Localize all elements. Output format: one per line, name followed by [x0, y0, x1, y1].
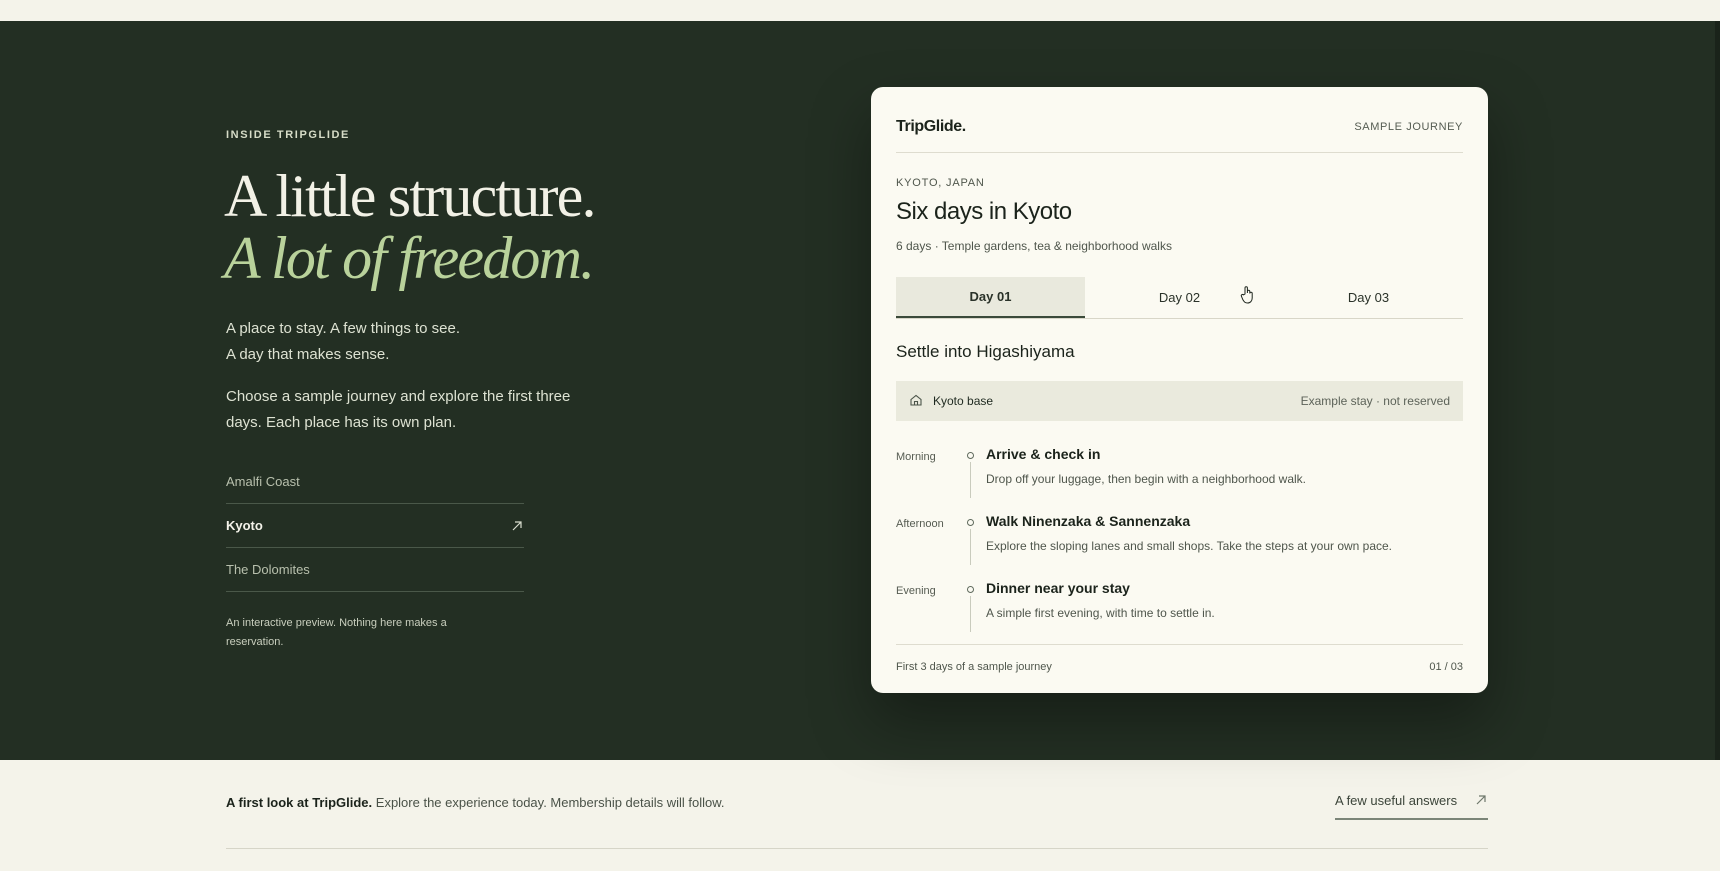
hero-headline: A little structure.: [224, 163, 597, 229]
bottom-body: Explore the experience today. Membership…: [372, 795, 725, 810]
trip-location: KYOTO, JAPAN: [896, 177, 985, 189]
arrow-up-right-icon: [1474, 793, 1488, 810]
sample-journey-tag: SAMPLE JOURNEY: [1354, 121, 1463, 133]
destination-label: Amalfi Coast: [226, 474, 300, 489]
brand-logo: TripGlide.: [896, 118, 966, 135]
stay-bar: Kyoto base Example stay · not reserved: [896, 381, 1463, 421]
destination-label: The Dolomites: [226, 562, 310, 577]
destination-label: Kyoto: [226, 518, 263, 533]
destination-amalfi-coast[interactable]: Amalfi Coast: [226, 460, 524, 504]
slot-description: Drop off your luggage, then begin with a…: [986, 472, 1306, 486]
timeline-line: [970, 529, 971, 565]
card-header: TripGlide. SAMPLE JOURNEY: [896, 113, 1463, 141]
trip-meta: 6 days · Temple gardens, tea & neighborh…: [896, 239, 1172, 253]
faq-link[interactable]: A few useful answers: [1335, 793, 1488, 820]
slot-time: Morning: [896, 451, 936, 463]
timeline-line: [970, 462, 971, 498]
bottom-divider: [226, 848, 1488, 849]
page-indicator: 01 / 03: [1429, 661, 1463, 673]
scrollbar-track[interactable]: [1715, 21, 1720, 760]
day-heading: Settle into Higashiyama: [896, 342, 1075, 361]
destination-list: Amalfi Coast Kyoto The Dolomites: [226, 460, 524, 592]
slot-title: Dinner near your stay: [986, 580, 1130, 596]
schedule-item-evening: Evening Dinner near your stay A simple f…: [896, 577, 1463, 637]
tab-day-03[interactable]: Day 03: [1274, 277, 1463, 318]
schedule-item-afternoon: Afternoon Walk Ninenzaka & Sannenzaka Ex…: [896, 510, 1463, 570]
card-header-divider: [896, 152, 1463, 153]
trip-title: Six days in Kyoto: [896, 198, 1072, 225]
faq-link-label: A few useful answers: [1335, 793, 1458, 808]
hero-eyebrow: INSIDE TRIPGLIDE: [226, 129, 350, 141]
preview-note: An interactive preview. Nothing here mak…: [226, 617, 447, 648]
journey-card: TripGlide. SAMPLE JOURNEY KYOTO, JAPAN S…: [871, 87, 1488, 693]
bottom-message: A first look at TripGlide. Explore the e…: [226, 795, 725, 810]
schedule-item-morning: Morning Arrive & check in Drop off your …: [896, 443, 1463, 503]
tab-day-01[interactable]: Day 01: [896, 277, 1085, 318]
timeline-line: [970, 596, 971, 632]
stay-label: Kyoto base: [933, 394, 994, 408]
hand-cursor-icon: [1240, 285, 1256, 305]
timeline-dot: [967, 452, 974, 459]
intro-line-1: A place to stay. A few things to see.: [226, 320, 461, 337]
stay-status: Example stay · not reserved: [1300, 394, 1450, 408]
slot-description: A simple first evening, with time to set…: [986, 606, 1215, 620]
arrow-up-right-icon: [510, 519, 524, 533]
hero-intro: A place to stay. A few things to see. A …: [226, 316, 586, 436]
destination-the-dolomites[interactable]: The Dolomites: [226, 548, 524, 592]
hero-headline-italic: A lot of freedom.: [224, 225, 595, 291]
home-icon: [909, 393, 923, 410]
slot-description: Explore the sloping lanes and small shop…: [986, 539, 1393, 553]
destination-kyoto[interactable]: Kyoto: [226, 504, 524, 548]
slot-title: Arrive & check in: [986, 446, 1101, 462]
card-footer: First 3 days of a sample journey 01 / 03: [896, 661, 1463, 673]
card-footer-divider: [896, 644, 1463, 645]
day-tabs: Day 01 Day 02 Day 03: [896, 277, 1463, 319]
bottom-lead: A first look at TripGlide.: [226, 795, 373, 810]
timeline-dot: [967, 586, 974, 593]
intro-line-2: A day that makes sense.: [226, 346, 390, 363]
slot-time: Afternoon: [896, 518, 944, 530]
slot-time: Evening: [896, 585, 936, 597]
intro-body: Choose a sample journey and explore the …: [226, 388, 571, 431]
timeline-dot: [967, 519, 974, 526]
top-strip: [0, 0, 1720, 21]
slot-title: Walk Ninenzaka & Sannenzaka: [986, 513, 1191, 529]
footer-caption: First 3 days of a sample journey: [896, 661, 1052, 673]
